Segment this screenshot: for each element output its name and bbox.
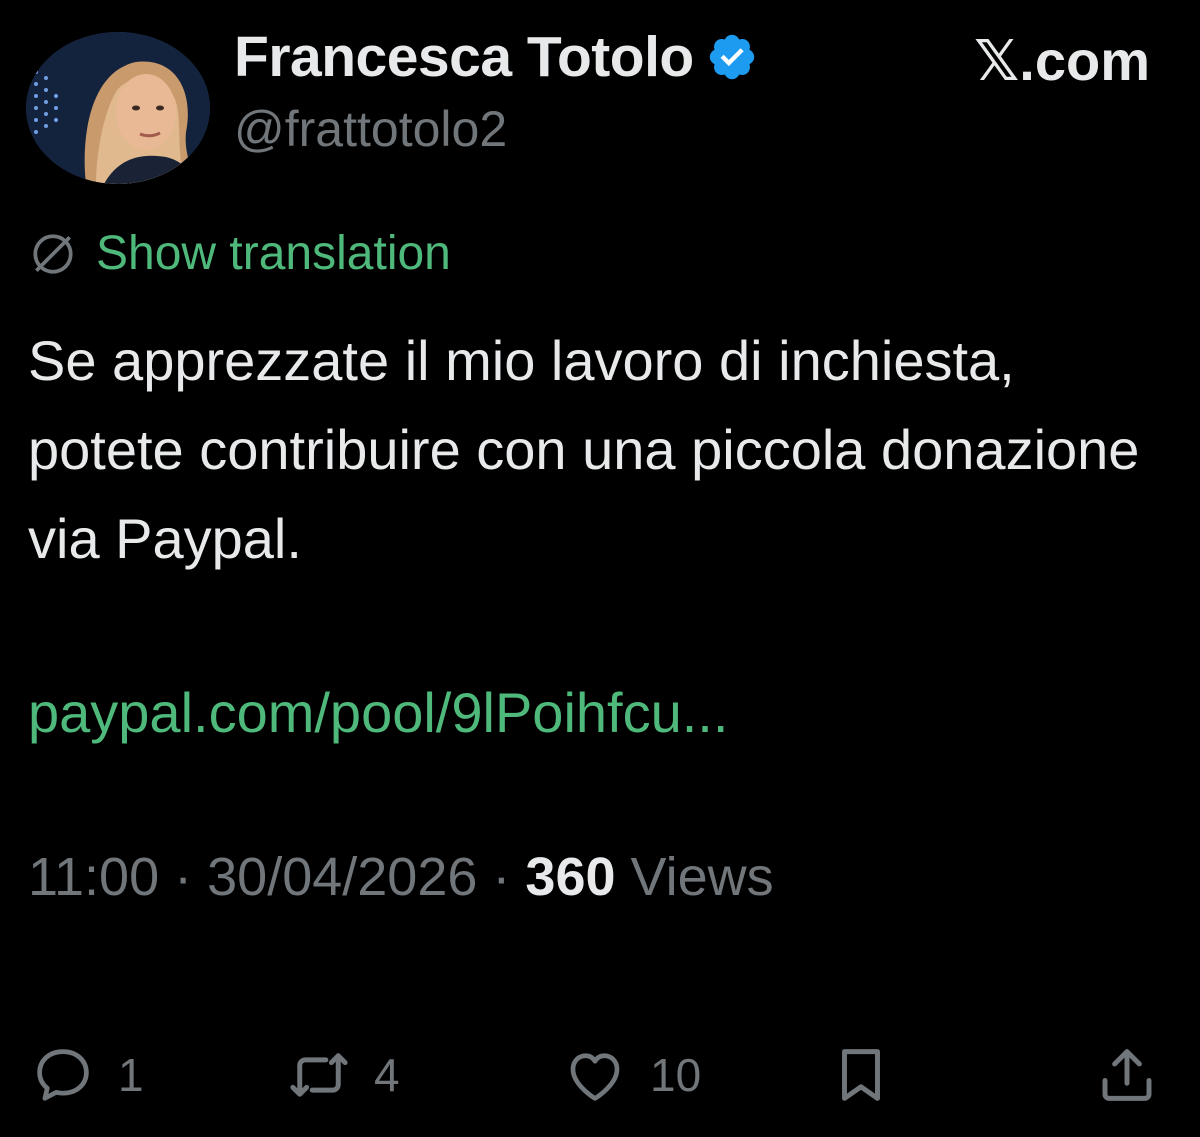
meta-separator: · xyxy=(492,847,526,907)
tweet-text: Se apprezzate il mio lavoro di inchiesta… xyxy=(28,329,1140,570)
like-button[interactable]: 10 xyxy=(562,1040,701,1110)
show-translation-button[interactable]: Show translation xyxy=(28,226,451,281)
tweet-meta: 11:00 · 30/04/2026 · 360 Views xyxy=(28,846,774,908)
verified-badge-icon xyxy=(709,34,754,80)
repost-button[interactable]: 4 xyxy=(286,1040,400,1110)
reply-icon xyxy=(37,1049,89,1101)
show-translation-label[interactable]: Show translation xyxy=(96,226,451,281)
like-count: 10 xyxy=(650,1049,702,1101)
views-count: 360 xyxy=(525,847,616,907)
avatar[interactable] xyxy=(26,32,210,184)
repost-icon xyxy=(290,1053,348,1097)
views-label: Views xyxy=(630,847,774,907)
user-handle[interactable]: @frattotolo2 xyxy=(234,100,507,158)
share-button[interactable] xyxy=(1094,1040,1160,1110)
reply-button[interactable]: 1 xyxy=(30,1040,144,1110)
globe-icon xyxy=(33,233,73,274)
tweet-time[interactable]: 11:00 xyxy=(28,847,159,907)
tweet-link[interactable]: paypal.com/pool/9lPoihfcu... xyxy=(28,680,728,745)
display-name-text[interactable]: Francesca Totolo xyxy=(234,24,694,90)
meta-separator: · xyxy=(174,847,208,907)
reply-count: 1 xyxy=(118,1049,144,1101)
x-brand-logo: 𝕏.com xyxy=(974,29,1150,92)
profile-photo xyxy=(26,32,210,184)
share-icon xyxy=(1102,1049,1152,1101)
tweet-actions: 1 4 10 xyxy=(0,1040,1200,1110)
repost-count: 4 xyxy=(374,1049,400,1101)
bookmark-button[interactable] xyxy=(828,1040,894,1110)
heart-icon xyxy=(570,1053,620,1101)
display-name[interactable]: Francesca Totolo xyxy=(234,24,758,90)
tweet-date[interactable]: 30/04/2026 xyxy=(207,847,477,907)
bookmark-icon xyxy=(842,1049,880,1101)
